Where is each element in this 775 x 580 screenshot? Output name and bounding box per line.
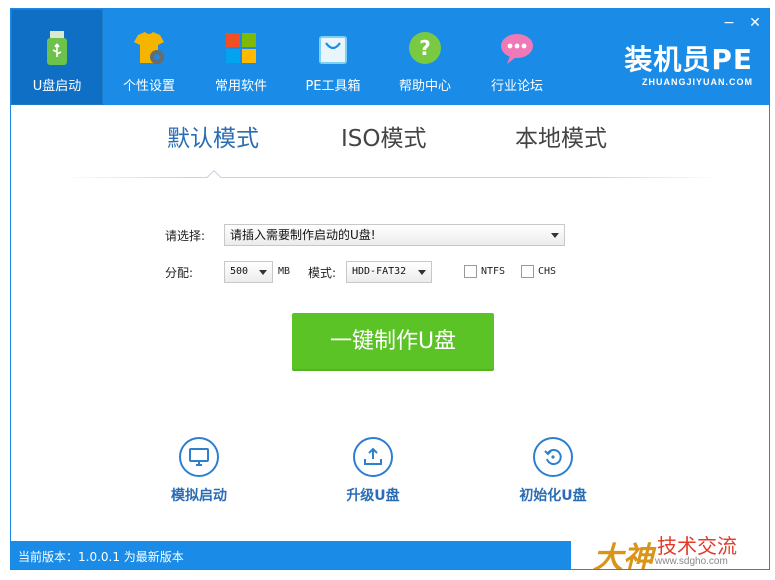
brand-title: 装机员PE [624,43,753,76]
nav-label: PE工具箱 [305,79,361,94]
simulate-boot-label: 模拟启动 [171,488,227,504]
tab-divider [61,177,721,178]
nav-item-usb-boot[interactable]: U盘启动 [11,9,103,105]
toolbox-bag-icon [319,36,347,64]
tab-default-mode[interactable]: 默认模式 [167,119,259,153]
usb-device-select[interactable]: 请插入需要制作启动的U盘! [224,224,565,246]
usb-device-select-value: 请插入需要制作启动的U盘! [230,228,376,242]
restore-icon [544,449,562,466]
nav-label: U盘启动 [32,79,82,94]
tshirt-gear-icon [134,32,164,64]
nav-item-help-center[interactable]: ? 帮助中心 [379,9,471,105]
partition-size-value: 500 [230,266,249,277]
ntfs-label: NTFS [481,266,506,277]
tab-local-mode[interactable]: 本地模式 [515,119,607,153]
close-button[interactable]: ✕ [747,15,763,31]
format-mode-value: HDD-FAT32 [352,266,407,277]
window-controls: − ✕ [721,15,763,31]
nav-item-personalize[interactable]: 个性设置 [103,9,195,105]
simulate-boot-button[interactable]: 模拟启动 [144,437,254,505]
chs-label: CHS [538,266,557,277]
chat-bubble-icon [501,34,533,64]
partition-unit: MB [278,266,291,277]
nav-item-forum[interactable]: 行业论坛 [471,9,563,105]
upgrade-usb-button[interactable]: 升级U盘 [318,437,428,505]
help-question-icon: ? [409,32,441,64]
upgrade-usb-label: 升级U盘 [346,488,400,504]
active-tab-pointer [206,169,222,185]
make-usb-button[interactable]: 一键制作U盘 [292,313,494,371]
svg-text:?: ? [419,36,431,60]
mode-label: 模式: [308,266,337,280]
nav-label: 常用软件 [214,79,267,94]
tab-iso-mode[interactable]: ISO模式 [341,119,427,153]
nav-label: 行业论坛 [490,79,543,94]
upload-tray-icon [364,447,382,465]
mode-tabs: 默认模式 ISO模式 本地模式 [11,119,769,185]
chs-checkbox[interactable] [521,265,534,278]
chevron-down-icon [259,270,267,275]
status-bar: 当前版本：1.0.0.1 为最新版本 大神 技术交流 www.sdgho.com [11,529,769,569]
partition-size-select[interactable]: 500 [224,261,273,283]
format-mode-select[interactable]: HDD-FAT32 [346,261,432,283]
version-status: 当前版本：1.0.0.1 为最新版本 [18,550,184,564]
windows-tiles-icon [226,33,256,63]
action-circle [179,437,219,477]
initialize-usb-label: 初始化U盘 [519,488,587,504]
watermark-url: www.sdgho.com [655,556,728,567]
nav-label: 个性设置 [122,79,175,94]
action-circle [353,437,393,477]
select-label: 请选择: [165,229,206,243]
partition-label: 分配: [165,266,194,280]
top-nav: U盘启动 个性设置 常用软件 PE工具箱 ? 帮助中心 行业论坛 [11,9,563,105]
minimize-button[interactable]: − [721,15,737,31]
ntfs-checkbox[interactable] [464,265,477,278]
chevron-down-icon [551,233,559,238]
initialize-usb-button[interactable]: 初始化U盘 [498,437,608,505]
chevron-down-icon [418,270,426,275]
watermark-logo: 大神 [593,541,653,570]
app-window: U盘启动 个性设置 常用软件 PE工具箱 ? 帮助中心 行业论坛 − ✕ 装机员… [10,8,770,570]
monitor-icon [189,448,209,466]
brand-subtitle: ZHUANGJIYUAN.COM [641,77,753,87]
watermark-title: 技术交流 [657,534,737,558]
nav-item-pe-toolbox[interactable]: PE工具箱 [287,9,379,105]
nav-item-common-software[interactable]: 常用软件 [195,9,287,105]
nav-label: 帮助中心 [398,79,451,94]
usb-drive-icon [47,31,67,65]
action-circle [533,437,573,477]
brand-logo: 装机员PE ZHUANGJIYUAN.COM [624,43,753,88]
header-bar: U盘启动 个性设置 常用软件 PE工具箱 ? 帮助中心 行业论坛 − ✕ 装机员… [11,9,769,105]
watermark: 大神 技术交流 www.sdgho.com [571,529,769,570]
